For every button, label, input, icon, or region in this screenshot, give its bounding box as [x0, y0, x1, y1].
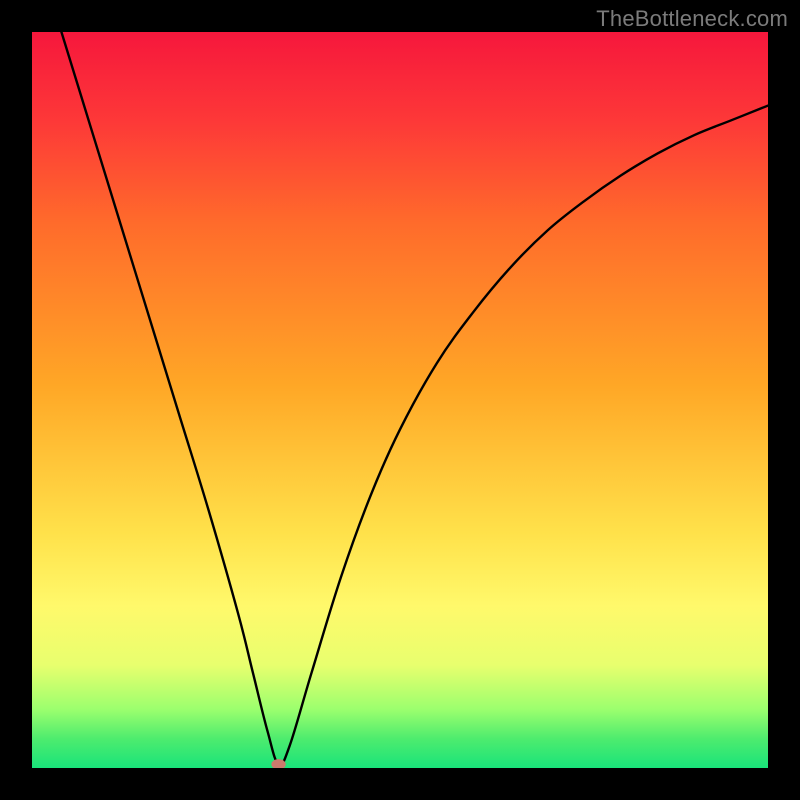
- bottleneck-curve: [32, 32, 768, 768]
- optimum-marker: [272, 759, 286, 768]
- chart-frame: TheBottleneck.com: [0, 0, 800, 800]
- watermark-text: TheBottleneck.com: [596, 6, 788, 32]
